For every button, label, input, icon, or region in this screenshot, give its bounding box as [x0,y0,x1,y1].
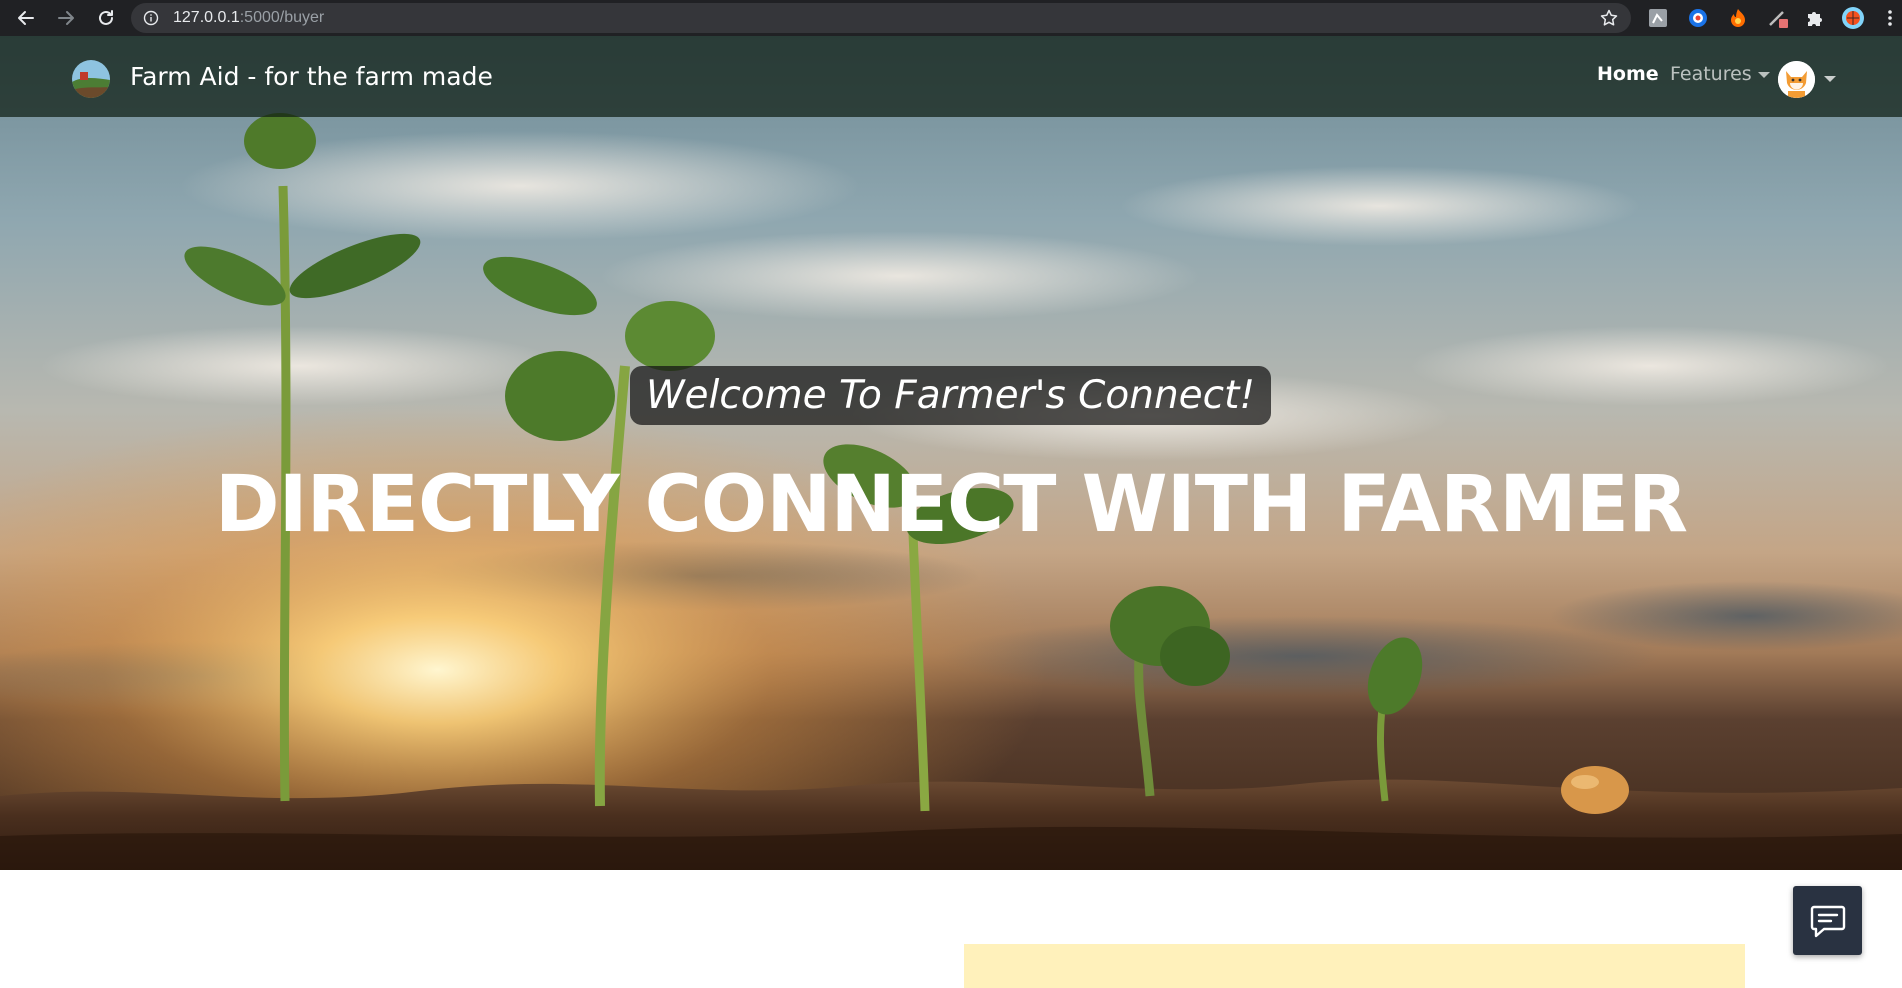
content-card [964,944,1745,988]
forward-button[interactable] [46,0,86,36]
chrome-menu-button[interactable] [1878,6,1902,30]
brand-logo[interactable] [72,60,110,98]
navbar: Farm Aid - for the farm made Home Featur… [0,36,1902,117]
kebab-menu-icon [1888,10,1892,26]
nav-features-label: Features [1670,63,1752,85]
chat-button[interactable] [1793,886,1862,955]
nav-features-dropdown[interactable]: Features [1670,60,1770,88]
extension-button-2[interactable] [1686,6,1710,30]
url-text[interactable]: 127.0.0.1:5000/buyer [173,3,324,33]
forward-arrow-icon [58,11,74,25]
user-avatar[interactable] [1778,61,1815,98]
extension-icon [1689,9,1707,27]
extension-icon [1731,9,1745,27]
extension-button-4[interactable] [1766,6,1790,30]
url-path: :5000/buyer [239,9,325,26]
brand-name[interactable]: Farm Aid - for the farm made [130,60,493,94]
hero-section: Farm Aid - for the farm made Home Featur… [0,36,1902,870]
extension-button-3[interactable] [1726,6,1750,30]
user-menu-caret-icon[interactable] [1824,76,1836,82]
nav-home-link[interactable]: Home [1597,60,1659,88]
profile-icon [1842,7,1864,29]
bookmark-star-icon[interactable] [1599,8,1619,28]
hero-background-image [0,36,1902,870]
extensions-menu-button[interactable] [1803,6,1827,30]
site-info-icon[interactable] [143,10,159,26]
welcome-banner: Welcome To Farmer's Connect! [630,366,1271,425]
caret-down-icon [1757,72,1770,78]
extension-icon [1649,9,1667,27]
extension-button-1[interactable] [1646,6,1670,30]
extension-icon [1769,11,1788,28]
back-arrow-icon [18,11,34,25]
reload-button[interactable] [86,0,126,36]
farm-logo-icon [72,60,110,98]
fox-avatar-icon [1778,61,1815,98]
browser-toolbar: 127.0.0.1:5000/buyer [0,0,1902,36]
reload-icon [99,10,113,25]
hero-headline: DIRECTLY CONNECT WITH FARMER [214,460,1688,550]
profile-button[interactable] [1841,6,1865,30]
url-host: 127.0.0.1 [173,9,240,26]
welcome-text: Welcome To Farmer's Connect! [645,373,1256,418]
chat-icon [1810,905,1845,937]
address-bar[interactable]: 127.0.0.1:5000/buyer [131,3,1631,33]
puzzle-icon [1808,12,1822,26]
back-button[interactable] [6,0,46,36]
